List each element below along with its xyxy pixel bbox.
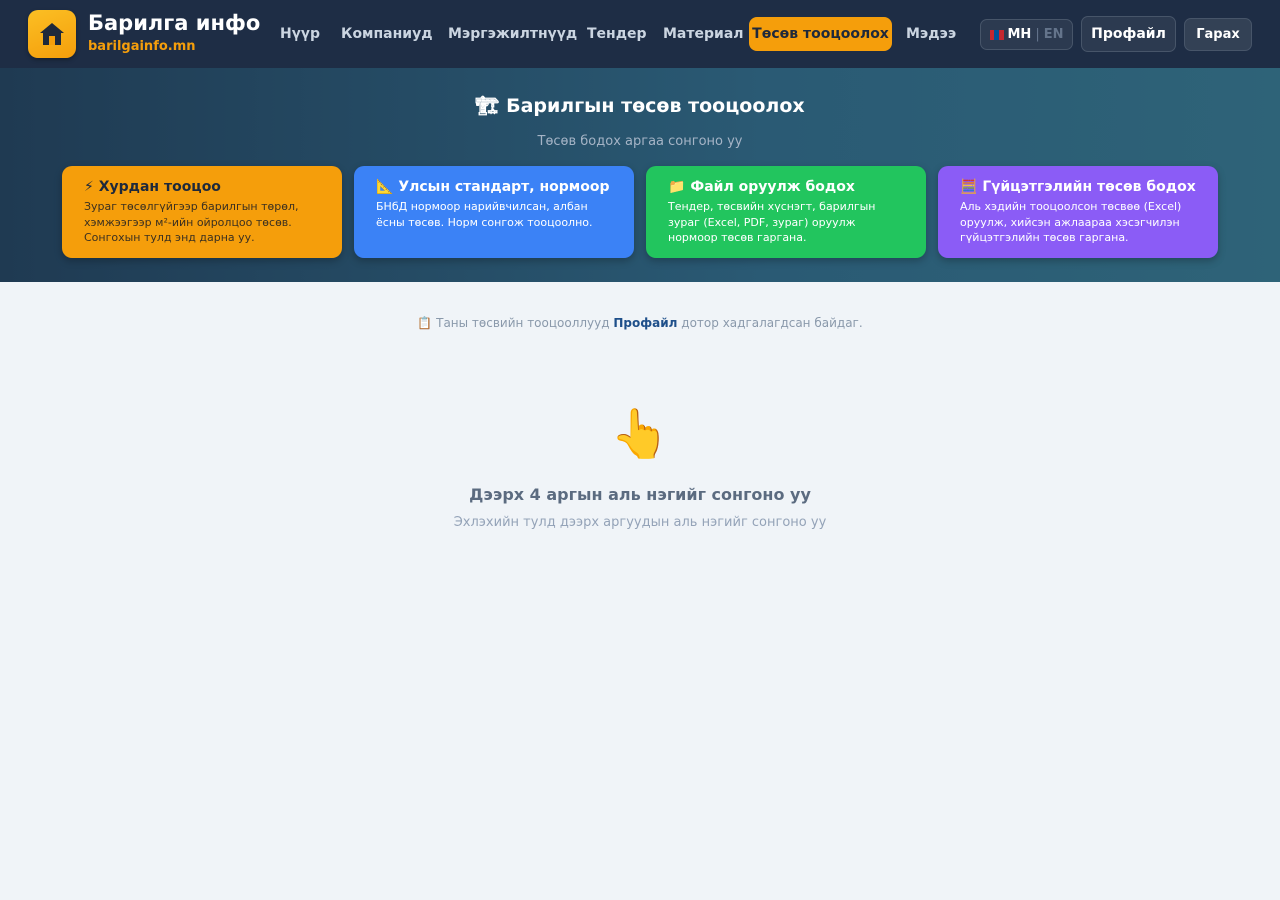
- card-description: Аль хэдийн тооцоолсон төсвөө (Excel) ору…: [960, 200, 1182, 244]
- card-description: Тендер, төсвийн хүснэгт, барилгын зураг …: [668, 200, 876, 244]
- folder-icon: 📁: [668, 179, 686, 195]
- pointing-up-icon: 👆: [610, 406, 670, 462]
- brand-domain: barilgainfo.mn: [88, 39, 196, 54]
- house-icon: [40, 23, 64, 45]
- method-card-standard[interactable]: 📐 Улсын стандарт, нормоор БНбД нормоор н…: [354, 166, 634, 258]
- saved-budgets-note: 📋 Таны төсвийн тооцооллууд Профайл дотор…: [0, 316, 1280, 330]
- note-text-before: Таны төсвийн тооцооллууд: [436, 316, 610, 330]
- brand-title[interactable]: Барилга инфо: [88, 11, 260, 35]
- construction-icon: 🏗: [475, 95, 500, 117]
- hero-section: 🏗 Барилгын төсөв тооцоолох Төсөв бодох а…: [0, 68, 1280, 282]
- lang-separator: |: [1035, 27, 1040, 42]
- nav-home[interactable]: Нүүр: [280, 17, 320, 51]
- lang-mn[interactable]: МН: [1008, 27, 1032, 42]
- card-description: БНбД нормоор нарийвчилсан, албан ёсны тө…: [376, 200, 593, 229]
- empty-state-subtitle: Эхлэхийн тулд дээрх аргуудын аль нэгийг …: [453, 515, 827, 530]
- abacus-icon: 🧮: [960, 179, 978, 195]
- logout-button[interactable]: Гарах: [1184, 18, 1252, 51]
- lightning-icon: ⚡: [84, 179, 94, 195]
- card-description: Зураг төсөлгүйгээр барилгын төрөл, хэмжэ…: [84, 200, 299, 244]
- card-title: Файл оруулж бодох: [690, 179, 855, 195]
- card-title: Хурдан тооцоо: [98, 179, 221, 195]
- logo[interactable]: [28, 10, 76, 58]
- top-navbar: Барилга инфо barilgainfo.mn Нүүр Компани…: [0, 0, 1280, 68]
- lang-en[interactable]: EN: [1044, 27, 1064, 42]
- nav-tender[interactable]: Тендер: [587, 17, 647, 51]
- empty-state-title: Дээрх 4 аргын аль нэгийг сонгоно уу: [469, 485, 811, 504]
- profile-link[interactable]: Профайл: [613, 316, 677, 330]
- method-card-quick[interactable]: ⚡ Хурдан тооцоо Зураг төсөлгүйгээр барил…: [62, 166, 342, 258]
- note-text-after: дотор хадгалагдсан байдаг.: [681, 316, 863, 330]
- nav-companies[interactable]: Компаниуд: [341, 17, 433, 51]
- nav-news[interactable]: Мэдээ: [906, 17, 956, 51]
- page-subtitle: Төсөв бодох аргаа сонгоно уу: [537, 134, 743, 149]
- profile-button[interactable]: Профайл: [1081, 16, 1176, 52]
- language-switcher[interactable]: МН | EN: [980, 19, 1073, 50]
- method-card-file-upload[interactable]: 📁 Файл оруулж бодох Тендер, төсвийн хүсн…: [646, 166, 926, 258]
- card-title: Гүйцэтгэлийн төсөв бодох: [982, 179, 1196, 195]
- nav-specialists[interactable]: Мэргэжилтнүүд: [448, 17, 577, 51]
- nav-material[interactable]: Материал: [663, 17, 744, 51]
- clipboard-icon: 📋: [417, 316, 433, 330]
- page-title: 🏗 Барилгын төсөв тооцоолох: [0, 94, 1280, 117]
- mongolia-flag-icon: [989, 29, 1004, 40]
- method-card-performance[interactable]: 🧮 Гүйцэтгэлийн төсөв бодох Аль хэдийн то…: [938, 166, 1218, 258]
- page-title-text: Барилгын төсөв тооцоолох: [506, 95, 805, 117]
- triangle-ruler-icon: 📐: [376, 179, 394, 195]
- card-title: Улсын стандарт, нормоор: [398, 179, 610, 195]
- nav-budget-calculator[interactable]: Төсөв тооцоолох: [749, 17, 892, 51]
